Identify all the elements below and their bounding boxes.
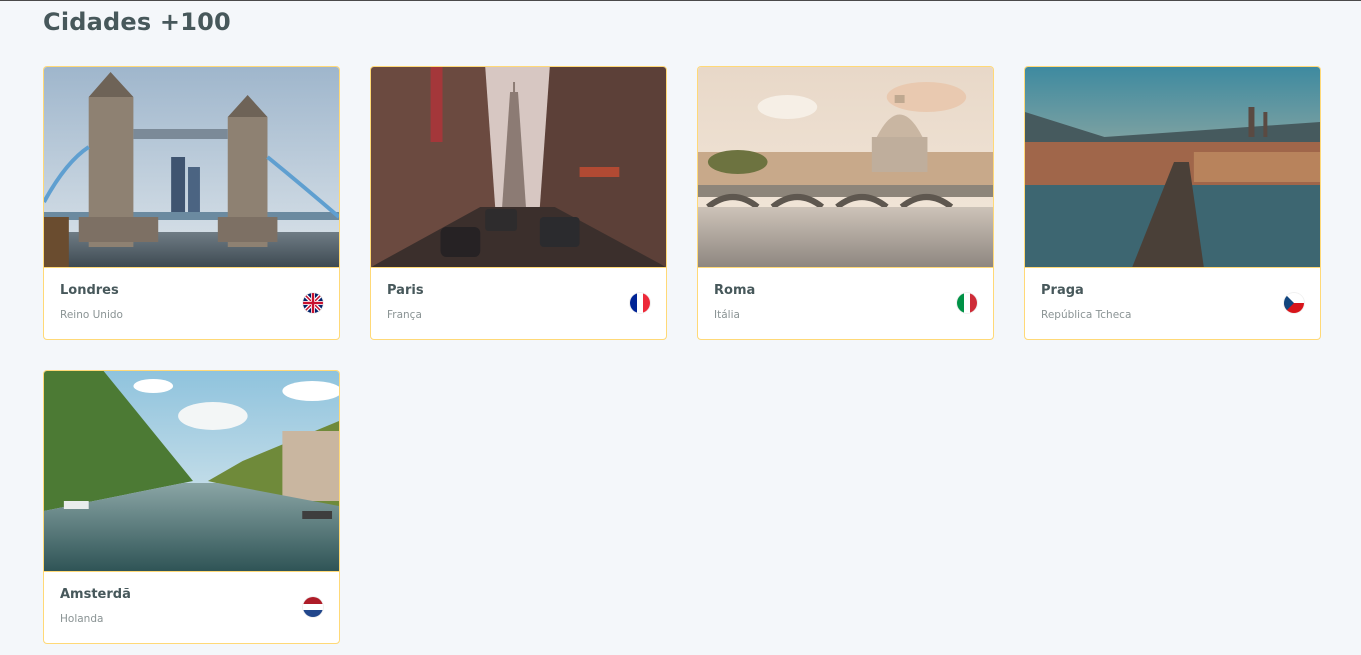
- city-name: Roma: [714, 283, 756, 298]
- card-footer: Amsterdã Holanda: [44, 571, 339, 643]
- city-card-londres[interactable]: Londres Reino Unido: [43, 66, 340, 340]
- city-image-amsterda: [44, 371, 339, 571]
- city-image-paris: [371, 67, 666, 267]
- city-name: Londres: [60, 283, 119, 298]
- card-footer: Roma Itália: [698, 267, 993, 339]
- card-footer: Paris França: [371, 267, 666, 339]
- country-name: Holanda: [60, 613, 104, 625]
- city-name: Paris: [387, 283, 424, 298]
- card-footer: Londres Reino Unido: [44, 267, 339, 339]
- country-name: França: [387, 309, 422, 321]
- city-image-londres: [44, 67, 339, 267]
- city-image-roma: [698, 67, 993, 267]
- city-grid: Londres Reino Unido Paris França Roma It…: [43, 66, 1321, 644]
- city-name: Praga: [1041, 283, 1084, 298]
- top-divider: [0, 0, 1361, 1]
- uk-flag-icon: [303, 293, 323, 313]
- city-card-paris[interactable]: Paris França: [370, 66, 667, 340]
- netherlands-flag-icon: [303, 597, 323, 617]
- city-card-roma[interactable]: Roma Itália: [697, 66, 994, 340]
- card-footer: Praga República Tcheca: [1025, 267, 1320, 339]
- city-card-amsterda[interactable]: Amsterdã Holanda: [43, 370, 340, 644]
- country-name: Reino Unido: [60, 309, 123, 321]
- city-image-praga: [1025, 67, 1320, 267]
- france-flag-icon: [630, 293, 650, 313]
- italy-flag-icon: [957, 293, 977, 313]
- czech-flag-icon: [1284, 293, 1304, 313]
- city-card-praga[interactable]: Praga República Tcheca: [1024, 66, 1321, 340]
- city-name: Amsterdã: [60, 587, 131, 602]
- country-name: Itália: [714, 309, 740, 321]
- section-title: Cidades +100: [43, 8, 231, 36]
- country-name: República Tcheca: [1041, 309, 1132, 321]
